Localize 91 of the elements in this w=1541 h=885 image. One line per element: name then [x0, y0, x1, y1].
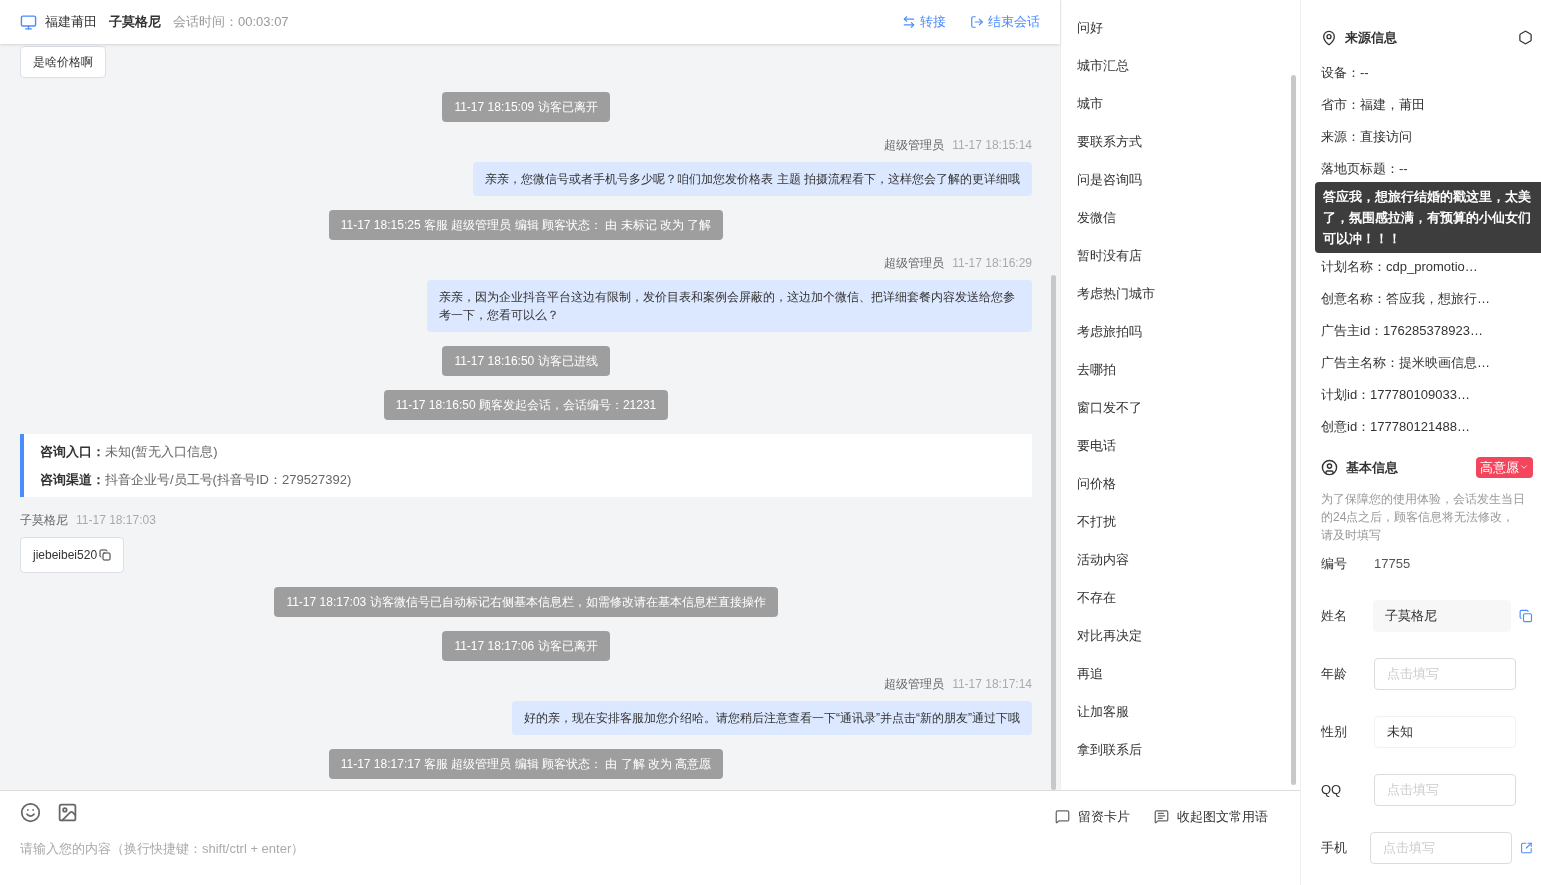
sender-name: 子莫格尼 [20, 512, 68, 529]
field-label: QQ [1321, 780, 1343, 799]
message-icon [1055, 809, 1070, 825]
quick-phrase[interactable]: 暂时没有店 [1077, 245, 1300, 266]
quick-phrase[interactable]: 窗口发不了 [1077, 397, 1300, 418]
emoji-icon[interactable] [20, 802, 41, 824]
quick-phrase[interactable]: 问好 [1077, 17, 1300, 38]
source-info-row-text: 设备：-- [1321, 63, 1370, 82]
sender-name: 超级管理员 [884, 676, 945, 693]
system-notice: 11-17 18:15:25 客服 超级管理员 编辑 顾客状态： 由 未标记 改为 了解 [328, 210, 724, 240]
source-info-row-text: 计划id：177780109033… [1321, 385, 1471, 404]
quick-phrase[interactable]: 要联系方式 [1077, 131, 1300, 152]
field-value: 17755 [1374, 555, 1411, 573]
external-link-icon[interactable] [1520, 840, 1533, 855]
message-bubble: 好的亲，现在安排客服加您介绍哈。请您稍后注意查看一下“通讯录”并点击“新的朋友”通过下哦 [512, 701, 1032, 735]
tooltip-text: 可以冲！！！ [1323, 229, 1402, 248]
message-text-icon [1154, 809, 1169, 825]
quick-phrase[interactable]: 城市 [1077, 93, 1300, 114]
message-time: 11-17 18:15:14 [952, 137, 1032, 154]
session-time: 会话时间：00:03:07 [173, 13, 289, 32]
scrollbar[interactable] [1291, 75, 1296, 785]
message-time: 11-17 18:17:03 [76, 512, 156, 529]
quick-phrase[interactable]: 考虑热门城市 [1077, 283, 1300, 304]
monitor-icon [20, 13, 37, 31]
section-title: 来源信息 [1345, 29, 1397, 47]
exit-icon [970, 15, 984, 29]
swap-arrows-icon [902, 15, 916, 29]
source-info-row-text: 来源：直接访问 [1321, 127, 1413, 146]
field-label: 编号 [1321, 555, 1348, 573]
quick-phrase[interactable]: 要电话 [1077, 435, 1300, 456]
quick-phrase[interactable]: 对比再决定 [1077, 625, 1300, 646]
quick-phrase[interactable]: 去哪拍 [1077, 359, 1300, 380]
lead-card-button[interactable]: 留资卡片 [1055, 807, 1130, 827]
quick-phrase[interactable]: 问价格 [1077, 473, 1300, 494]
quick-phrase[interactable]: 再追 [1077, 663, 1300, 684]
field-label: 姓名 [1321, 606, 1348, 625]
tooltip-text: 答应我，想旅行结婚的戳这里，太美 [1323, 187, 1532, 206]
field-label: 手机 [1321, 838, 1348, 857]
sender-name: 超级管理员 [884, 255, 945, 272]
copy-icon[interactable] [99, 549, 112, 561]
section-title: 基本信息 [1346, 458, 1398, 477]
quick-phrase[interactable]: 让加客服 [1077, 701, 1300, 722]
quick-phrase[interactable]: 不打扰 [1077, 511, 1300, 532]
visitor-location: 福建莆田 [45, 13, 97, 32]
quick-phrase[interactable]: 考虑旅拍吗 [1077, 321, 1300, 342]
info-value: 抖音企业号/员工号(抖音号ID：279527392) [105, 470, 352, 489]
location-pin-icon [1321, 29, 1337, 46]
user-icon [1321, 458, 1338, 476]
name-field[interactable]: 子莫格尼 [1372, 599, 1512, 632]
message-bubble: 是啥价格啊 [20, 46, 106, 78]
visitor-name: 子莫格尼 [109, 13, 161, 32]
quick-phrase[interactable]: 拿到联系后 [1077, 739, 1300, 760]
system-notice: 11-17 18:17:17 客服 超级管理员 编辑 顾客状态： 由 了解 改为 高意愿 [328, 749, 724, 779]
quick-phrase[interactable]: 活动内容 [1077, 549, 1300, 570]
source-info-row-text: 创意名称：答应我，想旅行… [1321, 289, 1491, 308]
gender-field[interactable]: 未知 [1374, 715, 1516, 748]
scrollbar[interactable] [1051, 275, 1056, 790]
system-notice: 11-17 18:16:50 访客已进线 [442, 346, 610, 376]
message-input[interactable]: 请输入您的内容（换行快捷键：shift/ctrl + enter） [20, 838, 720, 858]
quick-phrase[interactable]: 问是咨询吗 [1077, 169, 1300, 190]
copy-icon[interactable] [1519, 608, 1533, 623]
message-text: jiebeibei520 [33, 547, 98, 564]
source-info-row-text: 计划名称：cdp_promotio… [1321, 257, 1479, 276]
collapse-phrases-button[interactable]: 收起图文常用语 [1154, 807, 1268, 827]
system-notice: 11-17 18:15:09 访客已离开 [442, 92, 610, 122]
field-label: 性别 [1321, 722, 1348, 741]
info-label: 咨询渠道： [40, 470, 105, 489]
quick-phrase[interactable]: 发微信 [1077, 207, 1300, 228]
message-bubble: 亲亲，因为企业抖音平台这边有限制，发价目表和案例会屏蔽的，这边加个微信、把详细套餐内容发送给您参考一下，您看可以么？ [427, 280, 1032, 332]
message-time: 11-17 18:16:29 [952, 255, 1032, 272]
settings-icon[interactable] [1518, 30, 1533, 46]
system-notice: 11-17 18:16:50 顾客发起会话，会话编号：21231 [383, 390, 669, 420]
field-label: 年龄 [1321, 664, 1348, 683]
system-notice: 11-17 18:17:06 访客已离开 [442, 631, 610, 661]
message-bubble: 亲亲，您微信号或者手机号多少呢？咱们加您发价格表 主题 拍摄流程看下，这样您会了解的更详细哦 [473, 162, 1032, 196]
source-info-row-text: 省市：福建，莆田 [1321, 95, 1426, 114]
source-info-row-text: 广告主id：176285378923… [1321, 321, 1484, 340]
source-info-row-text: 广告主名称：提米映画信息… [1321, 353, 1491, 372]
info-label: 咨询入口： [40, 443, 105, 461]
system-notice: 11-17 18:17:03 访客微信号已自动标记右侧基本信息栏，如需修改请在基本信息栏直接操作 [274, 587, 778, 617]
source-info-row-text: 创意id：177780121488… [1321, 417, 1471, 436]
intent-tag[interactable]: 高意愿 [1476, 456, 1533, 478]
quick-phrase[interactable]: 城市汇总 [1077, 55, 1300, 76]
source-info-row-text: 落地页标题：-- [1321, 159, 1409, 178]
quick-phrase[interactable]: 不存在 [1077, 587, 1300, 608]
image-icon[interactable] [57, 802, 78, 824]
tooltip-text: 了，氛围感拉满，有预算的小仙女们 [1323, 208, 1532, 227]
sender-name: 超级管理员 [884, 137, 945, 154]
message-time: 11-17 18:17:14 [952, 676, 1032, 693]
info-value: 未知(暂无入口信息) [105, 443, 218, 461]
notice-text: 为了保障您的使用体验，会话发生当日的24点之后，顾客信息将无法修改，请及时填写 [1321, 491, 1526, 544]
